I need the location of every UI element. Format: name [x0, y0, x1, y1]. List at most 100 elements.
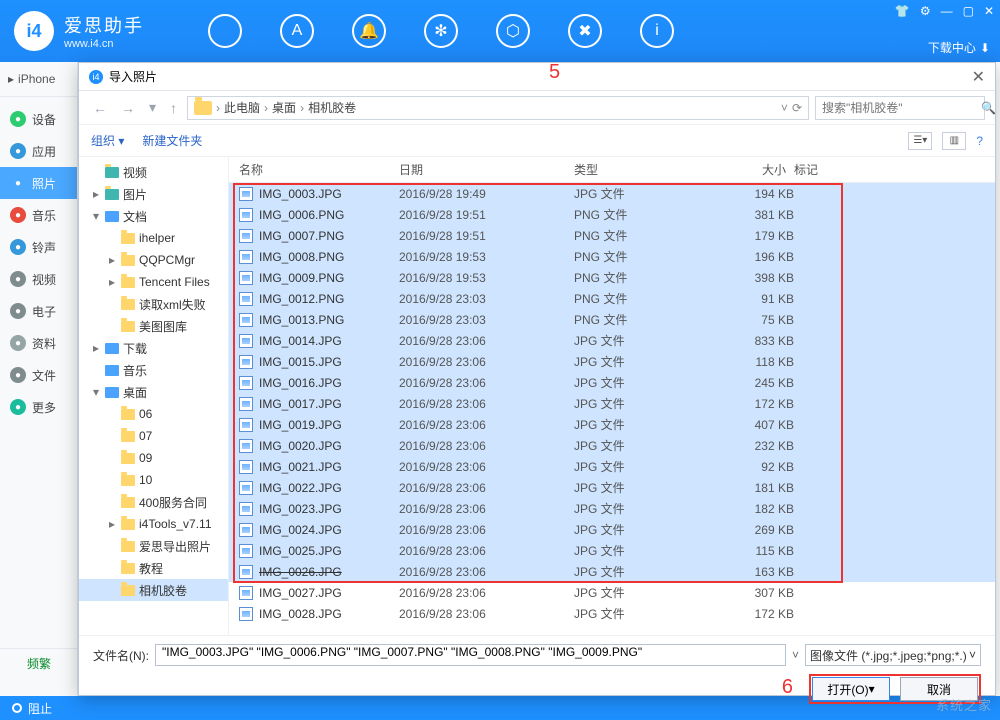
file-row[interactable]: IMG_0013.PNG2016/9/28 23:03PNG 文件75 KB [229, 309, 995, 330]
sidebar-item[interactable]: ●资料 [0, 327, 77, 359]
appstore-icon[interactable]: A [280, 14, 314, 48]
download-center[interactable]: 下载中心 ⬇ [928, 39, 990, 56]
file-row[interactable]: IMG_0019.JPG2016/9/28 23:06JPG 文件407 KB [229, 414, 995, 435]
apple-icon[interactable] [208, 14, 242, 48]
tree-twisty-icon[interactable]: ▸ [91, 187, 101, 201]
tools-icon[interactable]: ✖ [568, 14, 602, 48]
tree-item[interactable]: 06 [79, 403, 228, 425]
col-tag[interactable]: 标记 [794, 161, 864, 178]
tree-item[interactable]: 400服务合同 [79, 491, 228, 513]
search-input[interactable] [822, 101, 977, 115]
tree-item[interactable]: ▸Tencent Files [79, 271, 228, 293]
device-selector[interactable]: ▸ iPhone [0, 62, 77, 97]
breadcrumb-seg[interactable]: 桌面 [272, 99, 296, 116]
chevron-down-icon[interactable]: ˅ [781, 101, 788, 115]
file-row[interactable]: IMG_0026.JPG2016/9/28 23:06JPG 文件163 KB [229, 561, 995, 582]
bottom-link[interactable]: 频繁 [0, 648, 78, 678]
tree-item[interactable]: 爱思导出照片 [79, 535, 228, 557]
file-row[interactable]: IMG_0028.JPG2016/9/28 23:06JPG 文件172 KB [229, 603, 995, 624]
box-icon[interactable]: ⬡ [496, 14, 530, 48]
open-button[interactable]: 打开(O) ▾ [812, 677, 890, 701]
filename-dropdown-icon[interactable]: ˅ [792, 648, 799, 662]
folder-tree[interactable]: 视频▸图片▾文档ihelper▸QQPCMgr▸Tencent Files读取x… [79, 157, 229, 635]
refresh-icon[interactable]: ⟳ [792, 101, 802, 115]
sidebar-item[interactable]: ●文件 [0, 359, 77, 391]
tree-item[interactable]: ▸图片 [79, 183, 228, 205]
nav-up-icon[interactable]: ↑ [166, 100, 181, 116]
file-row[interactable]: IMG_0003.JPG2016/9/28 19:49JPG 文件194 KB [229, 183, 995, 204]
cancel-button[interactable]: 取消 [900, 677, 978, 701]
gear-icon[interactable]: ✻ [424, 14, 458, 48]
tree-item[interactable]: ▸i4Tools_v7.11 [79, 513, 228, 535]
minimize-icon[interactable]: — [941, 4, 953, 18]
file-list[interactable]: IMG_0003.JPG2016/9/28 19:49JPG 文件194 KBI… [229, 183, 995, 635]
organize-menu[interactable]: 组织 ▾ [91, 132, 124, 149]
maximize-icon[interactable]: ▢ [963, 4, 974, 18]
file-row[interactable]: IMG_0014.JPG2016/9/28 23:06JPG 文件833 KB [229, 330, 995, 351]
file-row[interactable]: IMG_0021.JPG2016/9/28 23:06JPG 文件92 KB [229, 456, 995, 477]
nav-dropdown-icon[interactable]: ▾ [145, 99, 160, 116]
sidebar-item[interactable]: ●照片 [0, 167, 77, 199]
filetype-select[interactable]: 图像文件 (*.jpg;*.jpeg;*png;*.)˅ [805, 644, 981, 666]
file-row[interactable]: IMG_0027.JPG2016/9/28 23:06JPG 文件307 KB [229, 582, 995, 603]
tree-twisty-icon[interactable]: ▸ [91, 341, 101, 355]
file-row[interactable]: IMG_0007.PNG2016/9/28 19:51PNG 文件179 KB [229, 225, 995, 246]
breadcrumb-seg[interactable]: 此电脑 [224, 99, 260, 116]
tree-item[interactable]: 美图图库 [79, 315, 228, 337]
nav-back-icon[interactable]: ← [89, 100, 111, 116]
help-icon[interactable]: ? [976, 134, 983, 148]
tree-twisty-icon[interactable]: ▾ [91, 209, 101, 223]
tree-item[interactable]: ▸QQPCMgr [79, 249, 228, 271]
sidebar-item[interactable]: ●铃声 [0, 231, 77, 263]
tree-item[interactable]: ▾文档 [79, 205, 228, 227]
settings-icon[interactable]: ⚙ [920, 4, 931, 18]
file-row[interactable]: IMG_0008.PNG2016/9/28 19:53PNG 文件196 KB [229, 246, 995, 267]
bell-icon[interactable]: 🔔 [352, 14, 386, 48]
file-row[interactable]: IMG_0016.JPG2016/9/28 23:06JPG 文件245 KB [229, 372, 995, 393]
file-row[interactable]: IMG_0024.JPG2016/9/28 23:06JPG 文件269 KB [229, 519, 995, 540]
sidebar-item[interactable]: ●音乐 [0, 199, 77, 231]
tree-item[interactable]: 07 [79, 425, 228, 447]
filename-input[interactable] [162, 645, 779, 659]
file-row[interactable]: IMG_0022.JPG2016/9/28 23:06JPG 文件181 KB [229, 477, 995, 498]
view-mode-button[interactable]: ☰▾ [908, 132, 932, 150]
file-row[interactable]: IMG_0015.JPG2016/9/28 23:06JPG 文件118 KB [229, 351, 995, 372]
tree-item[interactable]: 视频 [79, 161, 228, 183]
search-icon[interactable]: 🔍 [981, 101, 996, 115]
sidebar-item[interactable]: ●应用 [0, 135, 77, 167]
col-size[interactable]: 大小 [704, 161, 794, 178]
file-row[interactable]: IMG_0017.JPG2016/9/28 23:06JPG 文件172 KB [229, 393, 995, 414]
sidebar-item[interactable]: ●电子 [0, 295, 77, 327]
tree-twisty-icon[interactable]: ▸ [107, 517, 117, 531]
breadcrumb-seg[interactable]: 相机胶卷 [308, 99, 356, 116]
tree-item[interactable]: 教程 [79, 557, 228, 579]
tree-twisty-icon[interactable]: ▸ [107, 275, 117, 289]
info-icon[interactable]: i [640, 14, 674, 48]
new-folder-button[interactable]: 新建文件夹 [142, 132, 202, 149]
tree-item[interactable]: 10 [79, 469, 228, 491]
tree-item[interactable]: ihelper [79, 227, 228, 249]
tree-item[interactable]: ▾桌面 [79, 381, 228, 403]
search-box[interactable]: 🔍 [815, 96, 985, 120]
file-row[interactable]: IMG_0025.JPG2016/9/28 23:06JPG 文件115 KB [229, 540, 995, 561]
sidebar-item[interactable]: ●更多 [0, 391, 77, 423]
tree-item[interactable]: ▸下载 [79, 337, 228, 359]
file-row[interactable]: IMG_0020.JPG2016/9/28 23:06JPG 文件232 KB [229, 435, 995, 456]
file-row[interactable]: IMG_0006.PNG2016/9/28 19:51PNG 文件381 KB [229, 204, 995, 225]
col-name[interactable]: 名称 [239, 161, 399, 178]
preview-pane-button[interactable]: ▥ [942, 132, 966, 150]
tree-twisty-icon[interactable]: ▾ [91, 385, 101, 399]
radio-icon[interactable] [12, 703, 22, 713]
tree-item[interactable]: 读取xml失败 [79, 293, 228, 315]
breadcrumb[interactable]: › 此电脑 › 桌面 › 相机胶卷 ˅⟳ [187, 96, 809, 120]
file-row[interactable]: IMG_0012.PNG2016/9/28 23:03PNG 文件91 KB [229, 288, 995, 309]
col-type[interactable]: 类型 [574, 161, 704, 178]
tree-item[interactable]: 相机胶卷 [79, 579, 228, 601]
sidebar-item[interactable]: ●设备 [0, 103, 77, 135]
file-row[interactable]: IMG_0009.PNG2016/9/28 19:53PNG 文件398 KB [229, 267, 995, 288]
sidebar-item[interactable]: ●视频 [0, 263, 77, 295]
close-icon[interactable]: ✕ [984, 4, 994, 18]
tree-twisty-icon[interactable]: ▸ [107, 253, 117, 267]
file-row[interactable]: IMG_0023.JPG2016/9/28 23:06JPG 文件182 KB [229, 498, 995, 519]
dialog-close-button[interactable]: ✕ [972, 67, 985, 87]
